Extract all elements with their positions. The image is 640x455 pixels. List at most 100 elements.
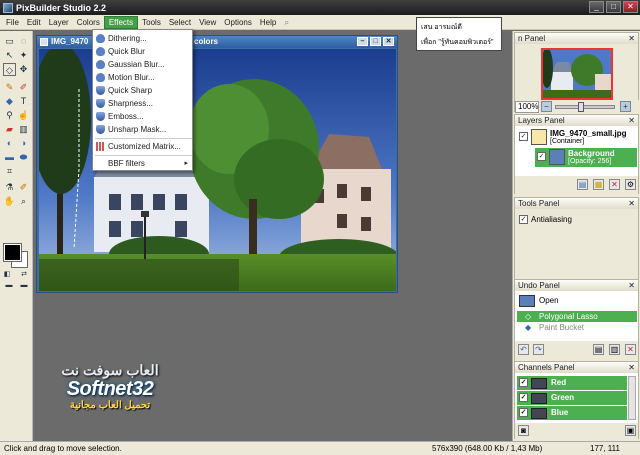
brush-icon[interactable]: ✐	[17, 81, 30, 94]
zoom-in-button[interactable]: +	[620, 101, 631, 112]
channels-scrollbar[interactable]	[628, 376, 636, 420]
undo-item-selected[interactable]: ◇ Polygonal Lasso	[517, 311, 637, 322]
text-icon[interactable]: T	[17, 95, 30, 108]
antialiasing-checkbox[interactable]: ✓	[519, 215, 528, 224]
layer-properties-icon[interactable]: ⚙	[625, 179, 636, 190]
zoom-slider[interactable]	[555, 101, 615, 112]
doc-maximize-button[interactable]: □	[370, 37, 381, 46]
close-icon[interactable]: ✕	[628, 115, 635, 126]
channel-visibility-checkbox[interactable]: ✓	[519, 378, 528, 387]
undo-icon[interactable]: ↶	[518, 344, 529, 355]
close-icon[interactable]: ✕	[628, 33, 635, 44]
navigator-thumbnail[interactable]	[541, 48, 613, 100]
doc-minimize-button[interactable]: –	[357, 37, 368, 46]
minimize-button[interactable]: _	[589, 1, 604, 13]
channel-visibility-checkbox[interactable]: ✓	[519, 393, 528, 402]
bucket-icon[interactable]: ◆	[3, 95, 16, 108]
menu-options[interactable]: Options	[220, 17, 256, 28]
channel-options-icon[interactable]: ▣	[625, 425, 636, 436]
menu-effects[interactable]: Effects	[103, 15, 139, 29]
channel-visibility-checkbox[interactable]: ✓	[519, 408, 528, 417]
foreground-color-swatch[interactable]	[3, 243, 22, 262]
layer-row[interactable]: ✓ IMG_9470_small.jpg [Container]	[517, 128, 637, 147]
eraser-icon[interactable]: ▰	[3, 123, 16, 136]
dithering-icon	[96, 34, 105, 43]
rect-select-icon[interactable]: ▭	[3, 35, 16, 48]
tooltip: เสน อารมณ์ดี เพื่อก "รู้ทันคอมพิวเตอร์"	[416, 17, 502, 51]
menu-tools[interactable]: Tools	[138, 17, 165, 28]
document-controls: – □ ✕	[357, 37, 394, 46]
eyedropper-icon[interactable]: ⚗	[3, 181, 16, 194]
magic-wand-icon[interactable]: ✦	[17, 49, 30, 62]
lasso-icon[interactable]: ◌	[17, 35, 30, 48]
crop-icon[interactable]: ⌗	[3, 165, 16, 178]
rectangle-shape-icon[interactable]: ▬	[3, 151, 16, 164]
menu-item-quick-blur[interactable]: Quick Blur	[93, 45, 192, 58]
ellipse-shape-icon[interactable]: ⬬	[17, 151, 30, 164]
menu-select[interactable]: Select	[165, 17, 195, 28]
burn-icon[interactable]: ◑	[17, 137, 30, 150]
pencil-icon[interactable]: ✎	[3, 81, 16, 94]
hand-icon[interactable]: ✋	[3, 195, 16, 208]
document-title-bar[interactable]: IMG_9470 colors – □ ✕	[37, 36, 397, 48]
zoom-icon[interactable]: ⌕	[17, 195, 30, 208]
smudge-icon[interactable]: ☝	[17, 109, 30, 122]
menu-item-emboss[interactable]: Emboss...	[93, 110, 192, 123]
delete-layer-icon[interactable]: ✕	[609, 179, 620, 190]
zoom-out-button[interactable]: −	[541, 101, 552, 112]
new-folder-icon[interactable]: ▦	[593, 179, 604, 190]
standard-mode-icon[interactable]: ▬	[3, 282, 15, 290]
mask-mode-icon[interactable]: ▬	[18, 282, 30, 290]
doc-close-button[interactable]: ✕	[383, 37, 394, 46]
menu-colors[interactable]: Colors	[73, 17, 104, 28]
menu-item-dithering[interactable]: Dithering...	[93, 32, 192, 45]
channel-row-red[interactable]: ✓ Red	[517, 376, 627, 390]
channel-row-green[interactable]: ✓ Green	[517, 391, 627, 405]
menu-layer[interactable]: Layer	[45, 17, 73, 28]
layers-toolbar: ▤ ▦ ✕ ⚙	[515, 176, 638, 194]
delete-state-icon[interactable]: ✕	[625, 344, 636, 355]
zoom-slider-thumb[interactable]	[578, 101, 584, 112]
layer-visibility-checkbox[interactable]: ✓	[519, 132, 528, 141]
close-icon[interactable]: ✕	[628, 280, 635, 291]
menu-file[interactable]: File	[2, 17, 23, 28]
new-snapshot-icon[interactable]: ▤	[593, 344, 604, 355]
channel-row-blue[interactable]: ✓ Blue	[517, 406, 627, 420]
polygonal-lasso-icon[interactable]: ◇	[3, 63, 16, 76]
menu-item-customized-matrix[interactable]: Customized Matrix...	[93, 140, 192, 153]
undo-item[interactable]: Open	[517, 294, 637, 308]
copy-state-icon[interactable]: ▥	[609, 344, 620, 355]
search-icon[interactable]: ⌕	[284, 17, 294, 27]
color-picker-icon[interactable]: ✐	[17, 181, 30, 194]
document-icon	[40, 38, 48, 46]
zoom-level-input[interactable]: 100%	[515, 100, 539, 113]
swap-colors-icon[interactable]: ⇄	[20, 271, 28, 279]
reset-colors-icon[interactable]: ◧	[3, 271, 11, 279]
maximize-button[interactable]: □	[606, 1, 621, 13]
layer-visibility-checkbox[interactable]: ✓	[537, 152, 546, 161]
close-icon[interactable]: ✕	[628, 362, 635, 373]
new-layer-icon[interactable]: ▤	[577, 179, 588, 190]
clone-stamp-icon[interactable]: ⚲	[3, 109, 16, 122]
channel-mask-icon[interactable]: ◙	[518, 425, 529, 436]
document-window[interactable]: IMG_9470 colors – □ ✕	[36, 35, 398, 293]
redo-icon[interactable]: ↷	[533, 344, 544, 355]
menu-item-quick-sharp[interactable]: Quick Sharp	[93, 84, 192, 97]
menu-item-bbf-filters[interactable]: BBF filters ▸	[93, 157, 192, 170]
dodge-icon[interactable]: ◐	[3, 137, 16, 150]
undo-item[interactable]: ◆ Paint Bucket	[517, 322, 637, 333]
menu-item-sharpness[interactable]: Sharpness...	[93, 97, 192, 110]
move-icon[interactable]: ↖	[3, 49, 16, 62]
menu-item-unsharp-mask[interactable]: Unsharp Mask...	[93, 123, 192, 136]
menu-edit[interactable]: Edit	[23, 17, 45, 28]
close-button[interactable]: ✕	[623, 1, 638, 13]
menu-item-motion-blur[interactable]: Motion Blur...	[93, 71, 192, 84]
close-icon[interactable]: ✕	[628, 198, 635, 209]
menu-view[interactable]: View	[195, 17, 220, 28]
transform-icon[interactable]: ✥	[17, 63, 30, 76]
menu-help[interactable]: Help	[256, 17, 280, 28]
menu-item-gaussian-blur[interactable]: Gaussian Blur...	[93, 58, 192, 71]
undo-panel-title: Undo Panel	[518, 281, 560, 290]
layer-row-selected[interactable]: ✓ Background [Opacity: 256]	[535, 148, 637, 167]
gradient-icon[interactable]: ▥	[17, 123, 30, 136]
